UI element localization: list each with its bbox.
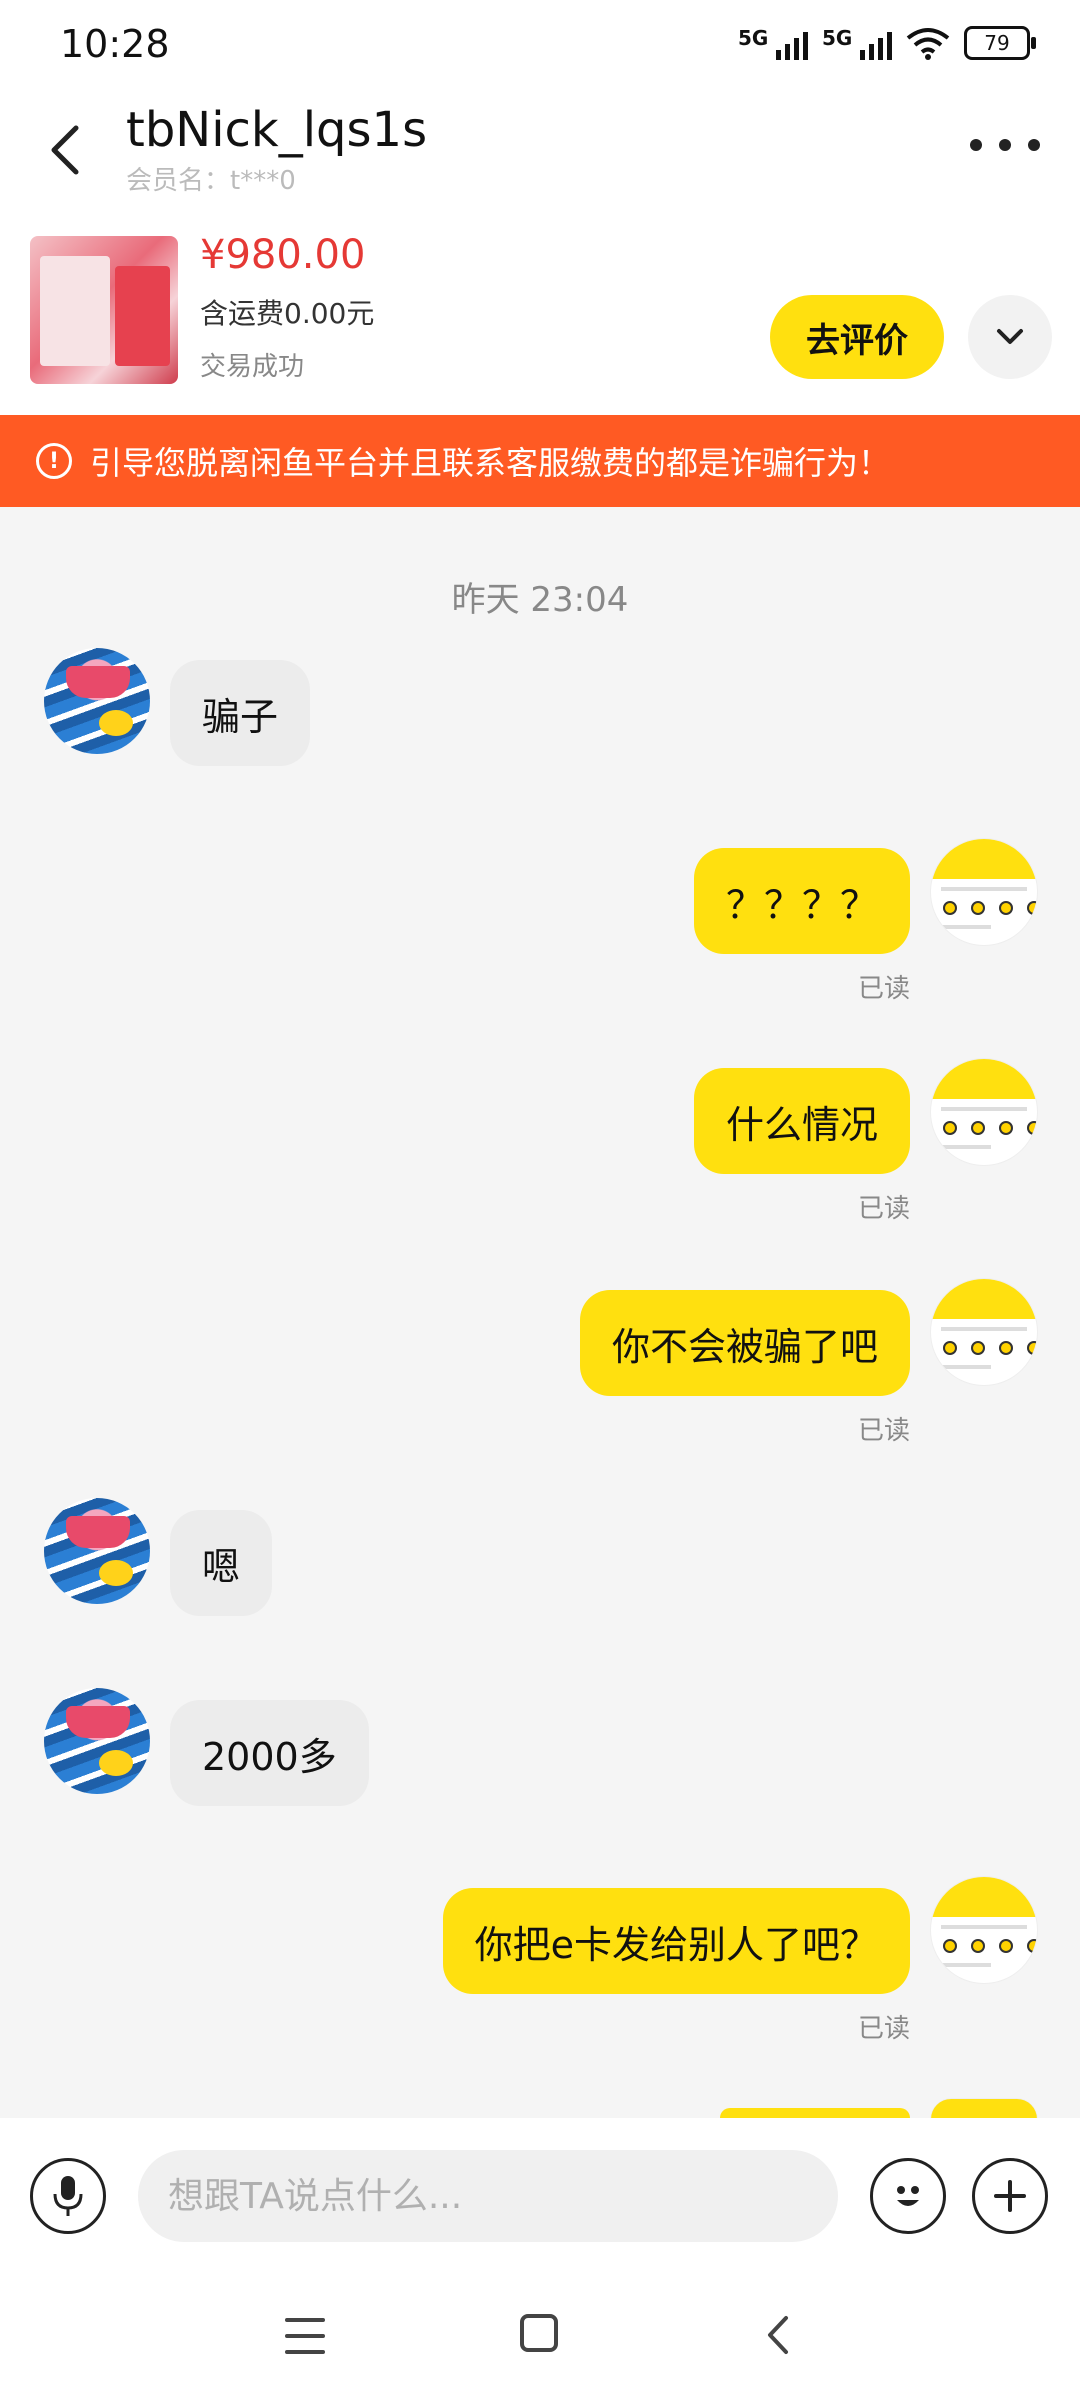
fraud-warning-banner: ! 引导您脱离闲鱼平台并且联系客服缴费的都是诈骗行为！ — [0, 415, 1080, 507]
message-bubble[interactable]: 2000多 — [170, 1700, 369, 1806]
microphone-icon — [53, 2176, 83, 2216]
signal-label-2: 5G — [822, 26, 853, 50]
plus-button[interactable] — [972, 2158, 1048, 2234]
shipping-info: 含运费0.00元 — [200, 297, 375, 330]
product-card[interactable]: ¥980.00 含运费0.00元 交易成功 去评价 — [0, 200, 1080, 415]
expand-button[interactable] — [968, 295, 1052, 379]
signal-icon: 5G — [738, 26, 808, 60]
product-thumbnail[interactable] — [30, 236, 178, 384]
status-bar: 10:28 5G 5G 79 — [0, 0, 1080, 90]
read-receipt: 已读 — [857, 1416, 910, 1446]
more-icon[interactable] — [970, 130, 1040, 160]
signal-icon-2: 5G — [822, 26, 892, 60]
emoji-icon — [897, 2186, 919, 2206]
my-avatar[interactable] — [930, 1278, 1038, 1386]
contact-avatar[interactable] — [44, 1688, 150, 1794]
warning-icon: ! — [36, 443, 72, 479]
battery-icon: 79 — [964, 26, 1036, 60]
read-receipt: 已读 — [857, 1194, 910, 1224]
voice-button[interactable] — [30, 2158, 106, 2234]
chat-title: tbNick_lqs1s — [126, 102, 428, 158]
transaction-status: 交易成功 — [200, 352, 305, 382]
home-icon[interactable] — [520, 2314, 558, 2352]
message-bubble[interactable]: 你不会被骗了吧 — [579, 1290, 910, 1396]
back-arrow-icon[interactable] — [40, 120, 90, 180]
message-input-bar — [0, 2118, 1080, 2280]
my-avatar[interactable] — [930, 838, 1038, 946]
message-input[interactable] — [138, 2150, 838, 2242]
status-time: 10:28 — [60, 22, 170, 66]
system-nav-bar — [0, 2280, 1080, 2400]
menu-icon[interactable] — [285, 2318, 325, 2354]
nav-back-icon[interactable] — [758, 2312, 798, 2358]
chat-header: tbNick_lqs1s 会员名：t***0 — [0, 90, 1080, 200]
plus-icon — [994, 2180, 1026, 2212]
my-avatar[interactable] — [930, 1876, 1038, 1984]
message-bubble[interactable]: 什么情况 — [693, 1068, 910, 1174]
status-icons: 5G 5G 79 — [738, 26, 1036, 60]
read-receipt: 已读 — [857, 974, 910, 1004]
message-bubble[interactable]: 你把e卡发给别人了吧？ — [442, 1888, 910, 1994]
my-avatar[interactable] — [930, 2098, 1038, 2120]
emoji-button[interactable] — [870, 2158, 946, 2234]
member-name: 会员名：t***0 — [126, 166, 296, 196]
review-button[interactable]: 去评价 — [770, 295, 944, 379]
contact-avatar[interactable] — [44, 648, 150, 754]
wifi-icon — [906, 28, 950, 60]
contact-avatar[interactable] — [44, 1498, 150, 1604]
message-bubble-partial[interactable] — [720, 2108, 910, 2118]
message-bubble[interactable]: 嗯 — [170, 1510, 273, 1616]
message-bubble[interactable]: ？？？？ — [693, 848, 910, 954]
signal-label: 5G — [738, 26, 769, 50]
message-bubble[interactable]: 骗子 — [170, 660, 311, 766]
chevron-down-icon — [997, 329, 1023, 344]
read-receipt: 已读 — [857, 2014, 910, 2044]
warning-text: 引导您脱离闲鱼平台并且联系客服缴费的都是诈骗行为！ — [90, 444, 891, 482]
my-avatar[interactable] — [930, 1058, 1038, 1166]
chat-timestamp: 昨天 23:04 — [451, 580, 629, 620]
product-price: ¥980.00 — [200, 232, 366, 278]
